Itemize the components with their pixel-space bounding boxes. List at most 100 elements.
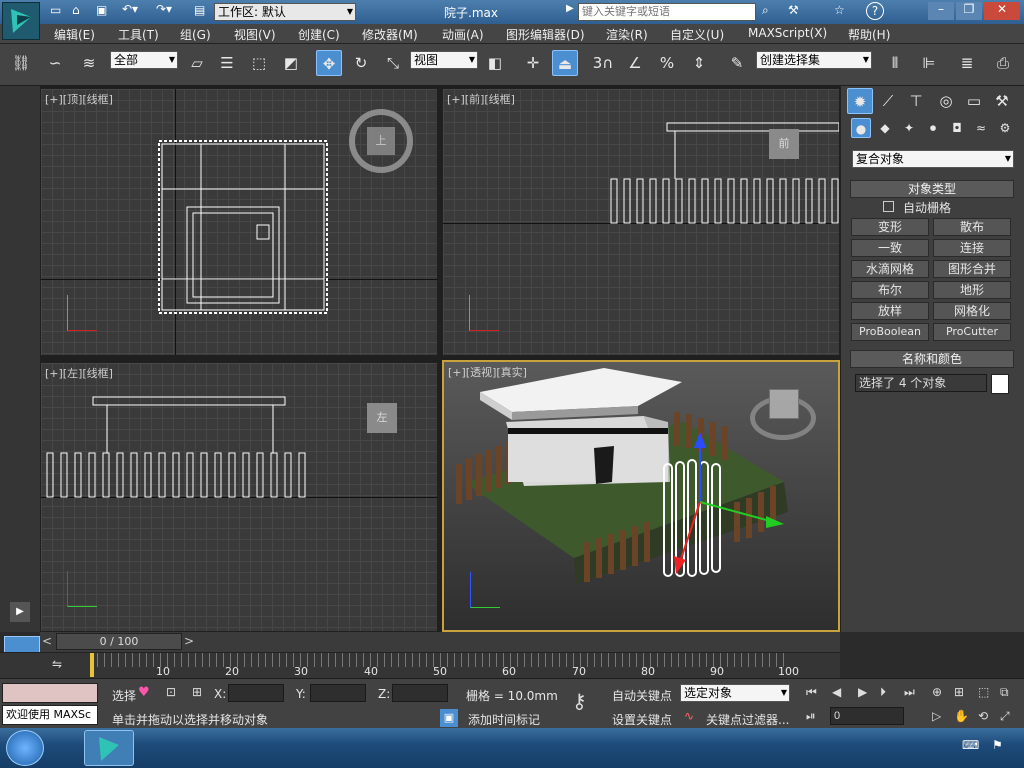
- taskbar-max-app[interactable]: [84, 730, 134, 766]
- viewcube-face[interactable]: 左: [367, 403, 397, 433]
- time-slider[interactable]: < 0 / 100 >: [40, 632, 840, 652]
- display-tab-icon[interactable]: ▭: [961, 88, 987, 114]
- connect-button[interactable]: 连接: [933, 239, 1011, 257]
- align-icon[interactable]: ⊫: [916, 50, 942, 76]
- select-object-icon[interactable]: ▱: [184, 50, 210, 76]
- loft-button[interactable]: 放样: [851, 302, 929, 320]
- edit-named-selection-icon[interactable]: ✎: [724, 50, 750, 76]
- maxscript-listener[interactable]: [2, 683, 98, 703]
- autogrid-checkbox[interactable]: [883, 201, 894, 212]
- keyboard-shortcut-icon[interactable]: ⏏: [552, 50, 578, 76]
- flag-icon[interactable]: ⚑: [992, 738, 1003, 752]
- menu-edit[interactable]: 编辑(E): [54, 26, 95, 43]
- isolate-icon[interactable]: ♥: [138, 685, 150, 700]
- selection-filter-dropdown[interactable]: 全部: [110, 51, 178, 69]
- helpers-icon[interactable]: ◘: [947, 118, 967, 138]
- ref-coord-dropdown[interactable]: 视图: [410, 51, 478, 69]
- category-dropdown[interactable]: 复合对象: [852, 150, 1014, 168]
- restore-icon[interactable]: ❐: [956, 2, 982, 20]
- scatter-button[interactable]: 散布: [933, 218, 1011, 236]
- search-input[interactable]: [578, 3, 756, 21]
- modify-tab-icon[interactable]: ⟋: [875, 88, 901, 114]
- menu-views[interactable]: 视图(V): [234, 26, 276, 43]
- tools-icon[interactable]: ⚒: [788, 3, 799, 17]
- select-by-name-icon[interactable]: ☰: [214, 50, 240, 76]
- track-bar[interactable]: ⇋ 10 20 30 40 50 60 70 80 90 100: [0, 652, 840, 678]
- zoom-icon[interactable]: ⊕: [932, 685, 942, 699]
- help-icon[interactable]: ?: [866, 2, 884, 20]
- menu-maxscript[interactable]: MAXScript(X): [748, 26, 827, 40]
- absolute-mode-icon[interactable]: ⊞: [192, 685, 202, 699]
- prev-key-icon[interactable]: ◀: [832, 685, 841, 699]
- z-coordinate-input[interactable]: [392, 684, 448, 702]
- prev-frame-icon[interactable]: <: [42, 634, 52, 648]
- window-crossing-icon[interactable]: ◩: [278, 50, 304, 76]
- zoom-all-icon[interactable]: ⊞: [954, 685, 964, 699]
- boolean-button[interactable]: 布尔: [851, 281, 929, 299]
- pivot-center-icon[interactable]: ◧: [482, 50, 508, 76]
- next-frame-icon[interactable]: >: [184, 634, 194, 648]
- rect-selection-icon[interactable]: ⬚: [246, 50, 272, 76]
- viewcube[interactable]: 上: [349, 109, 413, 173]
- cameras-icon[interactable]: ⏺: [923, 118, 943, 138]
- viewport-left[interactable]: [+][左][线框] 左: [40, 362, 438, 632]
- morph-button[interactable]: 变形: [851, 218, 929, 236]
- menu-modifiers[interactable]: 修改器(M): [362, 26, 418, 43]
- motion-tab-icon[interactable]: ◎: [933, 88, 959, 114]
- set-key-button[interactable]: 设置关键点: [612, 711, 672, 728]
- lights-icon[interactable]: ✦: [899, 118, 919, 138]
- zoom-extents-icon[interactable]: ⬚: [978, 685, 989, 699]
- viewcube-face[interactable]: 前: [769, 129, 799, 159]
- auto-key-button[interactable]: 自动关键点: [612, 687, 672, 704]
- mesher-button[interactable]: 网格化: [933, 302, 1011, 320]
- layer-manager-icon[interactable]: ≣: [954, 50, 980, 76]
- bind-spacewarp-icon[interactable]: ≋: [76, 50, 102, 76]
- snap-toggle-icon[interactable]: 3∩: [590, 50, 616, 76]
- open-file-icon[interactable]: ⌂: [72, 3, 80, 17]
- key-filters-button[interactable]: 关键点过滤器...: [706, 711, 789, 728]
- proboolean-button[interactable]: ProBoolean: [851, 323, 929, 341]
- undo-icon[interactable]: ↶▾: [122, 2, 138, 16]
- pan-icon[interactable]: ✋: [954, 709, 969, 723]
- app-logo[interactable]: [2, 2, 40, 40]
- hierarchy-tab-icon[interactable]: ⊤: [903, 88, 929, 114]
- menu-customize[interactable]: 自定义(U): [670, 26, 724, 43]
- shapes-icon[interactable]: ◆: [875, 118, 895, 138]
- menu-graph-editors[interactable]: 图形编辑器(D): [506, 26, 585, 43]
- mirror-icon[interactable]: ⫴: [882, 50, 908, 76]
- new-file-icon[interactable]: ▭: [50, 3, 61, 17]
- curve-editor-icon[interactable]: ⇋: [52, 657, 62, 671]
- maxscript-mini-input[interactable]: 欢迎使用 MAXSc: [2, 705, 98, 725]
- go-to-end-icon[interactable]: ⏭: [904, 685, 915, 700]
- start-button[interactable]: [6, 730, 44, 766]
- close-icon[interactable]: ✕: [984, 2, 1020, 20]
- systems-icon[interactable]: ⚙: [995, 118, 1015, 138]
- orbit-icon[interactable]: ⟲: [978, 709, 988, 723]
- unlink-icon[interactable]: ∽: [42, 50, 68, 76]
- menu-tools[interactable]: 工具(T): [118, 26, 159, 43]
- spacewarps-icon[interactable]: ≈: [971, 118, 991, 138]
- viewcube-face[interactable]: [769, 389, 799, 419]
- angle-snap-icon[interactable]: ∠: [622, 50, 648, 76]
- utilities-tab-icon[interactable]: ⚒: [989, 88, 1015, 114]
- play-expand-icon[interactable]: ▶: [10, 602, 30, 622]
- y-coordinate-input[interactable]: [310, 684, 366, 702]
- viewport-top[interactable]: [+][顶][线框] 上: [40, 88, 438, 356]
- geometry-icon[interactable]: ●: [851, 118, 871, 138]
- menu-group[interactable]: 组(G): [180, 26, 211, 43]
- spinner-snap-icon[interactable]: ⇕: [686, 50, 712, 76]
- add-time-tag-label[interactable]: 添加时间标记: [468, 711, 540, 728]
- object-type-rollout[interactable]: 对象类型: [850, 180, 1014, 198]
- name-color-rollout[interactable]: 名称和颜色: [850, 350, 1014, 368]
- menu-help[interactable]: 帮助(H): [848, 26, 890, 43]
- time-slider-thumb[interactable]: 0 / 100: [56, 633, 182, 650]
- maximize-viewport-icon[interactable]: ⤢: [1000, 709, 1010, 724]
- time-cursor[interactable]: [90, 653, 94, 677]
- menu-animation[interactable]: 动画(A): [442, 26, 484, 43]
- play-icon[interactable]: ▶: [858, 685, 867, 699]
- render-setup-icon[interactable]: ⎙: [990, 50, 1016, 76]
- go-to-start-icon[interactable]: ⏮: [806, 685, 817, 700]
- binoculars-icon[interactable]: ⌕: [762, 3, 769, 18]
- keyboard-icon[interactable]: ⌨: [962, 738, 979, 752]
- menu-create[interactable]: 创建(C): [298, 26, 340, 43]
